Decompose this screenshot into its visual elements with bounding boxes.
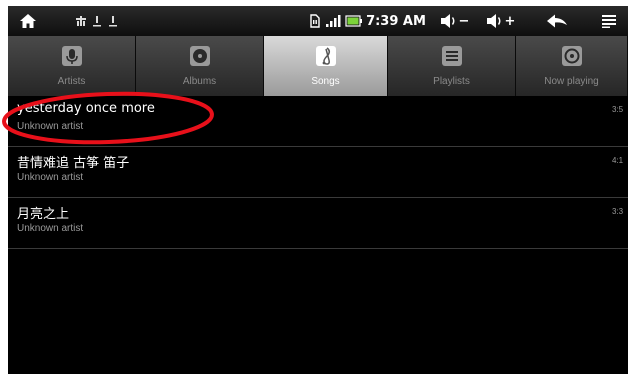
tab-albums[interactable]: Albums [136,36,264,96]
usb-icon [74,6,88,36]
status-bar: 7:39 AM − + [8,6,628,36]
warning-icon [106,6,120,36]
song-row[interactable]: 昔情难追 古筝 笛子 Unknown artist 4:1 [8,147,628,198]
music-note-icon [315,46,336,66]
playlist-icon [441,46,462,66]
volume-up-button[interactable]: + [482,6,518,36]
music-app-screen: 7:39 AM − + Artists Albums Songs Playlis… [8,6,628,374]
volume-up-label: + [504,13,516,29]
disc-icon [189,46,210,66]
speaker-icon [440,14,455,28]
back-arrow-icon[interactable] [542,6,572,36]
signal-icon [324,6,342,36]
song-title: 月亮之上 [17,207,70,222]
song-list: yesterday once more Unknown artist 3:5 昔… [8,96,628,249]
clock-text: 7:39 AM [366,13,426,29]
song-artist: Unknown artist [17,223,84,234]
warning-icon [90,6,104,36]
home-icon[interactable] [16,6,40,36]
song-row[interactable]: yesterday once more Unknown artist 3:5 [8,96,628,147]
volume-down-button[interactable]: − [436,6,472,36]
now-playing-icon [561,46,582,66]
tab-label: Albums [182,76,217,87]
battery-icon [344,6,364,36]
song-artist: Unknown artist [17,172,84,183]
song-duration: 4:1 [612,156,624,165]
menu-icon[interactable] [598,6,620,36]
volume-down-label: − [458,13,470,29]
tab-label: Songs [311,76,340,87]
tab-playlists[interactable]: Playlists [388,36,516,96]
tab-bar: Artists Albums Songs Playlists Now playi… [8,36,628,96]
song-title: yesterday once more [17,101,155,116]
song-title: 昔情难追 古筝 笛子 [17,156,130,171]
clock: 7:39 AM [366,6,426,36]
tab-artists[interactable]: Artists [8,36,136,96]
tab-label: Playlists [433,76,470,87]
speaker-icon [486,14,501,28]
song-duration: 3:3 [612,207,624,216]
song-artist: Unknown artist [17,121,84,132]
tab-now-playing[interactable]: Now playing [516,36,628,96]
song-row[interactable]: 月亮之上 Unknown artist 3:3 [8,198,628,249]
microphone-icon [61,46,82,66]
tab-label: Now playing [544,76,599,87]
tab-songs[interactable]: Songs [264,36,388,96]
tab-label: Artists [57,76,86,87]
sd-card-icon [308,6,322,36]
song-duration: 3:5 [612,105,624,114]
